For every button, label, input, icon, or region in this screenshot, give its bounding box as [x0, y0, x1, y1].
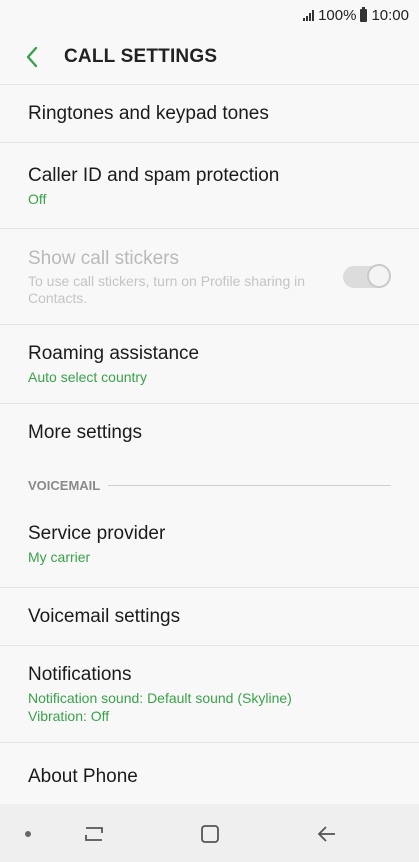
about-phone-item[interactable]: About Phone	[0, 743, 419, 811]
service-provider-item[interactable]: Service provider My carrier	[0, 500, 419, 588]
recents-icon[interactable]	[80, 820, 108, 848]
voicemail-section-header: VOICEMAIL	[0, 470, 419, 500]
battery-percentage: 100%	[318, 6, 357, 24]
status-bar: 100% 10:00	[0, 0, 419, 30]
settings-list: Ringtones and keypad tones Caller ID and…	[0, 85, 419, 811]
notifications-item[interactable]: Notifications Notification sound: Defaul…	[0, 646, 419, 743]
navigation-bar	[0, 804, 419, 862]
item-title: Service provider	[28, 522, 166, 544]
back-icon[interactable]	[313, 820, 341, 848]
clock: 10:00	[371, 6, 409, 24]
home-icon[interactable]	[196, 820, 224, 848]
item-value: Notification sound: Default sound (Skyli…	[28, 690, 292, 706]
voicemail-settings-item[interactable]: Voicemail settings	[0, 588, 419, 646]
call-stickers-toggle	[343, 263, 391, 288]
item-title: Notifications	[28, 664, 132, 685]
ringtones-item[interactable]: Ringtones and keypad tones	[0, 85, 419, 143]
section-divider	[108, 484, 391, 486]
item-title: Show call stickers	[28, 247, 179, 269]
item-description: To use call stickers, turn on Profile sh…	[28, 272, 306, 306]
item-title: Roaming assistance	[28, 343, 200, 364]
more-settings-item[interactable]: More settings	[0, 404, 419, 462]
battery-icon	[360, 6, 368, 22]
nav-dot-icon	[25, 831, 31, 837]
item-title: More settings	[28, 422, 143, 443]
item-value: My carrier	[28, 548, 91, 565]
call-stickers-item: Show call stickers To use call stickers,…	[0, 229, 419, 325]
item-value-vibration: Vibration: Off	[28, 708, 110, 724]
item-value: Auto select country	[28, 369, 148, 385]
section-label: VOICEMAIL	[28, 477, 101, 493]
item-title: Ringtones and keypad tones	[28, 102, 269, 124]
item-title: Voicemail settings	[28, 605, 181, 627]
item-title: About Phone	[28, 766, 138, 787]
toggle-knob	[367, 263, 391, 288]
item-value: Off	[28, 190, 47, 207]
roaming-assistance-item[interactable]: Roaming assistance Auto select country	[0, 325, 419, 404]
caller-id-item[interactable]: Caller ID and spam protection Off	[0, 143, 419, 229]
item-title: Caller ID and spam protection	[28, 164, 280, 186]
back-arrow-icon[interactable]	[18, 43, 46, 71]
page-title: CALL SETTINGS	[64, 46, 218, 67]
app-bar: CALL SETTINGS	[0, 30, 419, 85]
signal-icon	[303, 9, 315, 21]
